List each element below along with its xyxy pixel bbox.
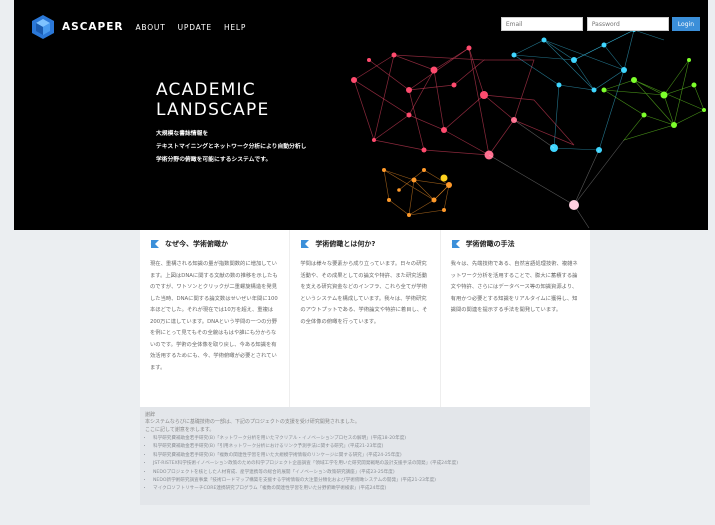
list-item: NEDOプロジェクトを核とした人材育成、産学連携等の総合的展開「イノベーション政… xyxy=(153,469,585,477)
password-input[interactable] xyxy=(586,17,669,31)
feature-column-why-now: なぜ今、学術俯瞰か 現在、重構される知識の量が指数関数的に増加しています。上図は… xyxy=(140,230,291,407)
hero-banner: ASCAPER ABOUT UPDATE HELP Login ACADEMIC… xyxy=(14,0,708,230)
column-body: 現在、重構される知識の量が指数関数的に増加しています。上図はDNAに関する文献の… xyxy=(150,261,278,371)
hero-title-line2: LANDSCAPE xyxy=(156,100,270,120)
feature-column-method: 学術俯瞰の手法 我々は、先端技術である、自然言語処理技術、複雑ネットワーク分析を… xyxy=(441,230,590,407)
nav-about[interactable]: ABOUT xyxy=(135,23,165,32)
brand-name[interactable]: ASCAPER xyxy=(62,21,123,33)
column-header: 学術俯瞰とは何か? xyxy=(300,239,431,249)
column-body: 我々は、先端技術である、自然言語処理技術、複雑ネットワーク分析を活用することで、… xyxy=(450,261,578,313)
column-body: 学問は様々な要素から成り立っています。日々の研究活動や、その成果としての論文や特… xyxy=(300,261,428,325)
nav-update[interactable]: UPDATE xyxy=(178,23,212,32)
email-input[interactable] xyxy=(500,17,583,31)
login-form: Login xyxy=(497,17,700,31)
column-title: 学術俯瞰とは何か? xyxy=(315,240,376,248)
column-header: なぜ今、学術俯瞰か xyxy=(150,239,281,249)
hero-description: 大規模な書誌情報を テキストマイニングとネットワーク分析により自動分析し 学術分… xyxy=(156,128,306,167)
hero-line: 学術分野の俯瞰を可能にするシステムです。 xyxy=(156,157,272,163)
acknowledgements-title: 謝辞 xyxy=(145,412,156,418)
acknowledgements-intro: ここに記して謝意を示します。 xyxy=(145,426,215,433)
list-item: 科学研究費補助金若手研究(B)「引用ネットワーク分析におけるリンク予測手法に関す… xyxy=(153,443,585,451)
feature-column-what-is: 学術俯瞰とは何か? 学問は様々な要素から成り立っています。日々の研究活動や、その… xyxy=(290,230,441,407)
feature-panel: なぜ今、学術俯瞰か 現在、重構される知識の量が指数関数的に増加しています。上図は… xyxy=(140,230,590,407)
ascaper-mark-icon xyxy=(451,240,460,248)
column-header: 学術俯瞰の手法 xyxy=(451,239,582,249)
hero-title: ACADEMIC LANDSCAPE xyxy=(156,80,269,120)
hero-line: テキストマイニングとネットワーク分析により自動分析し xyxy=(156,144,307,150)
acknowledgements-list: 科学研究費補助金若手研究(B)「ネットワーク分析を用いたマクリアル・イノベーショ… xyxy=(145,435,585,494)
list-item: 科学研究費補助金若手研究(B)「複数の関連性学習を用いた大規模学術情報のリンケー… xyxy=(153,452,585,460)
list-item: NEDO新学術研究調査事業「技術ロードマップ構築を支援する学術情報の大注量分類化… xyxy=(153,477,585,485)
acknowledgements-intro: 本システムならびに基礎技術の一部は、下記のプロジェクトの支援を受け研究開発されま… xyxy=(145,419,360,425)
hero-title-line1: ACADEMIC xyxy=(156,80,256,100)
acknowledgements: 謝辞 本システムならびに基礎技術の一部は、下記のプロジェクトの支援を受け研究開発… xyxy=(140,407,590,505)
column-title: 学術俯瞰の手法 xyxy=(465,240,515,248)
login-button[interactable]: Login xyxy=(671,17,700,31)
nav-help[interactable]: HELP xyxy=(224,23,246,32)
column-title: なぜ今、学術俯瞰か xyxy=(165,240,228,248)
top-nav: ASCAPER ABOUT UPDATE HELP xyxy=(30,14,258,40)
list-item: 科学研究費補助金若手研究(B)「ネットワーク分析を用いたマクリアル・イノベーショ… xyxy=(153,435,585,443)
network-graph xyxy=(351,28,706,229)
hero-line: 大規模な書誌情報を xyxy=(156,131,209,137)
ascaper-mark-icon xyxy=(150,240,159,248)
ascaper-mark-icon xyxy=(301,240,310,248)
ascaper-logo-icon[interactable] xyxy=(30,14,56,40)
list-item: JST-RISTEX科学技術イノベーション政策のための科学プロジェクト企画調査「… xyxy=(153,460,585,468)
list-item: マイクロソフトリサーチCORE連携研究プログラム「複数の関連性学習を用いた分野俯… xyxy=(153,485,585,493)
